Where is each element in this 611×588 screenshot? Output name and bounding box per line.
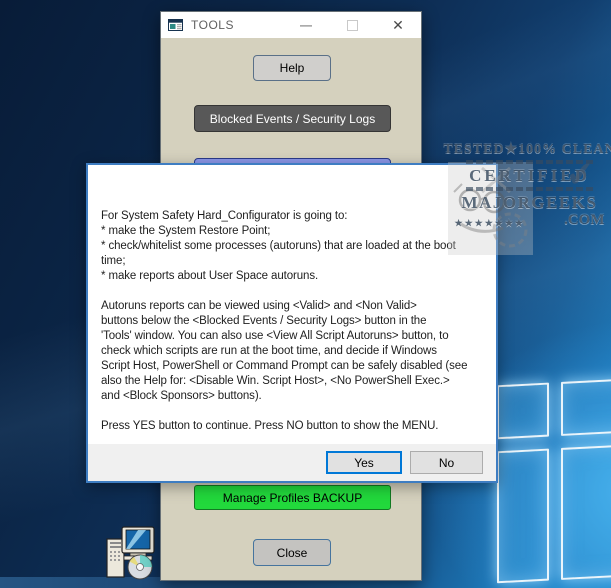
manage-profiles-backup-button[interactable]: Manage Profiles BACKUP	[194, 485, 391, 510]
window-title: TOOLS	[191, 18, 234, 32]
window-titlebar[interactable]: TOOLS — ✕	[161, 12, 421, 38]
message-dialog: For System Safety Hard_Configurator is g…	[86, 163, 498, 483]
maximize-icon[interactable]	[329, 12, 375, 38]
blocked-events-security-logs-button[interactable]: Blocked Events / Security Logs	[194, 105, 391, 132]
installer-cd-icon[interactable]	[100, 526, 160, 580]
titlebar-buttons: — ✕	[283, 12, 421, 38]
yes-button[interactable]: Yes	[326, 451, 402, 474]
no-button[interactable]: No	[410, 451, 483, 474]
maximize-box	[346, 19, 358, 31]
windows-logo	[497, 373, 611, 588]
help-button[interactable]: Help	[253, 55, 331, 81]
windows-logo-pane	[497, 448, 549, 584]
windows-logo-pane	[497, 382, 549, 440]
windows-logo-pane	[561, 373, 611, 436]
close-icon[interactable]: ✕	[375, 12, 421, 38]
minimize-icon[interactable]: —	[283, 12, 329, 38]
close-button[interactable]: Close	[253, 539, 331, 566]
desktop: TOOLS — ✕ Help Blocked Events / Security…	[0, 0, 611, 588]
windows-logo-pane	[561, 439, 611, 580]
dialog-message: For System Safety Hard_Configurator is g…	[101, 210, 468, 432]
dialog-footer: Yes No	[88, 444, 496, 481]
window-icon	[168, 18, 184, 32]
